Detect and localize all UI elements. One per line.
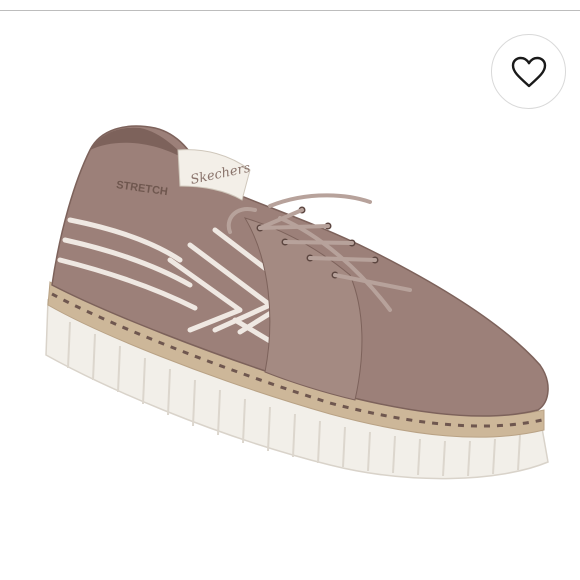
sneaker-illustration: Skechers STRETCH: [45, 125, 549, 480]
heart-outline-icon: [511, 56, 546, 87]
favorite-button[interactable]: [491, 34, 566, 109]
product-image: Skechers STRETCH: [30, 110, 560, 530]
product-gallery: Skechers STRETCH: [0, 0, 580, 580]
top-divider: [0, 10, 580, 11]
